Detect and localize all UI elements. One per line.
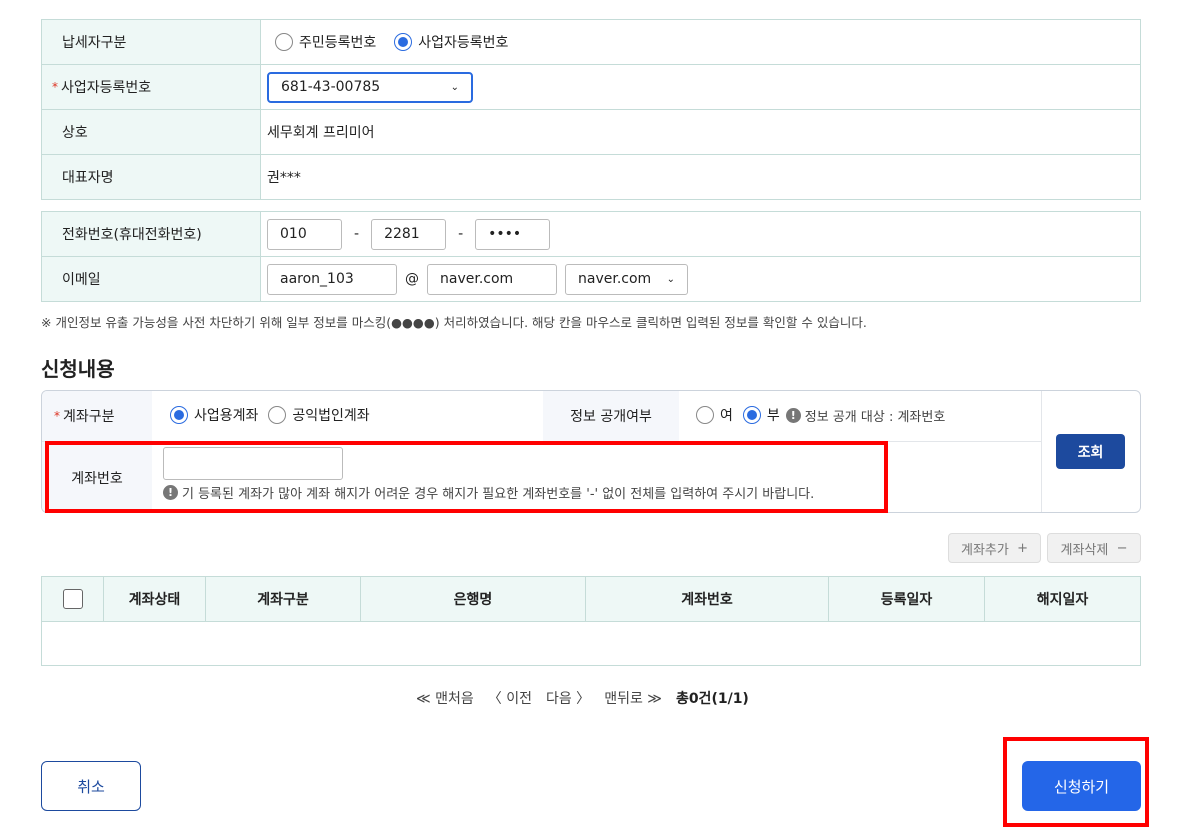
- phone-2[interactable]: 2281: [371, 218, 447, 250]
- radio-disclose-no[interactable]: 부: [742, 405, 780, 425]
- accounts-table: 계좌상태 계좌구분 은행명 계좌번호 등록일자 해지일자: [41, 576, 1141, 666]
- col-type: 계좌구분: [206, 577, 361, 621]
- search-button[interactable]: 조회: [1056, 434, 1125, 469]
- mask-note: ※ 개인정보 유출 가능성을 사전 차단하기 위해 일부 정보를 마스킹(●●●…: [41, 315, 867, 330]
- disclose-note: 정보 공개 대상 : 계좌번호: [804, 409, 946, 425]
- phone-label: 전화번호(휴대전화번호): [42, 212, 261, 256]
- col-close-date: 해지일자: [1036, 592, 1089, 608]
- name-label: 상호: [42, 110, 261, 154]
- email-domain-select[interactable]: naver.com ⌄: [565, 263, 688, 295]
- chevron-down-icon: ⌄: [666, 273, 675, 285]
- col-status: 계좌상태: [104, 577, 206, 621]
- radio-disclose-yes[interactable]: 여: [696, 405, 733, 425]
- highlight-box: [1003, 737, 1149, 827]
- plus-icon: +: [1017, 540, 1028, 556]
- name-value: 세무회계 프리미어: [267, 125, 375, 141]
- page-last[interactable]: 맨뒤로 ≫: [604, 688, 662, 708]
- radio-business[interactable]: 사업자등록번호: [394, 32, 508, 52]
- cancel-button[interactable]: 취소: [41, 761, 141, 811]
- phone-1[interactable]: 010: [267, 218, 342, 250]
- radio-resident[interactable]: 주민등록번호: [275, 32, 376, 52]
- section-heading: 신청내용: [41, 357, 115, 381]
- email-label: 이메일: [42, 257, 261, 301]
- minus-icon: −: [1116, 540, 1128, 556]
- brn-select[interactable]: 681-43-00785 ⌄: [267, 71, 473, 103]
- col-account-no: 계좌번호: [586, 577, 829, 621]
- disclose-label: 정보 공개여부: [543, 391, 679, 441]
- highlight-box: [45, 441, 888, 513]
- taxpayer-table: 납세자구분 주민등록번호 사업자등록번호 * 사업자등록번호 681-43-007…: [41, 19, 1141, 200]
- acct-type-label: 계좌구분: [63, 409, 115, 425]
- brn-label: * 사업자등록번호: [42, 65, 261, 109]
- taxpayer-type-label: 납세자구분: [42, 20, 261, 64]
- pagination: ≪ 맨처음 〈 이전 다음 〉 맨뒤로 ≫ 총0건(1/1): [416, 688, 749, 708]
- rep-value: 권***: [267, 170, 301, 186]
- contact-table: 전화번호(휴대전화번호) 010-2281- •••• 이메일 aaron_103…: [41, 211, 1141, 302]
- delete-account-button[interactable]: 계좌삭제 −: [1047, 533, 1141, 563]
- chevron-down-icon: ⌄: [450, 81, 459, 93]
- radio-business-account[interactable]: 사업용계좌: [170, 405, 258, 425]
- select-all-checkbox[interactable]: [62, 589, 83, 609]
- rep-label: 대표자명: [42, 155, 261, 199]
- email-id-input[interactable]: aaron_103: [267, 263, 397, 295]
- page-prev[interactable]: 〈 이전: [488, 688, 532, 708]
- email-domain-input[interactable]: naver.com: [427, 263, 557, 295]
- col-reg-date: 등록일자: [829, 577, 985, 621]
- add-account-button[interactable]: 계좌추가 +: [948, 533, 1041, 563]
- page-first[interactable]: ≪ 맨처음: [416, 688, 474, 708]
- total-count: 총0건(1/1): [675, 691, 749, 707]
- info-icon: !: [785, 407, 801, 423]
- page-next[interactable]: 다음 〉: [546, 688, 590, 708]
- phone-3[interactable]: ••••: [475, 218, 551, 250]
- radio-public-account[interactable]: 공익법인계좌: [268, 405, 370, 425]
- col-bank: 은행명: [361, 577, 586, 621]
